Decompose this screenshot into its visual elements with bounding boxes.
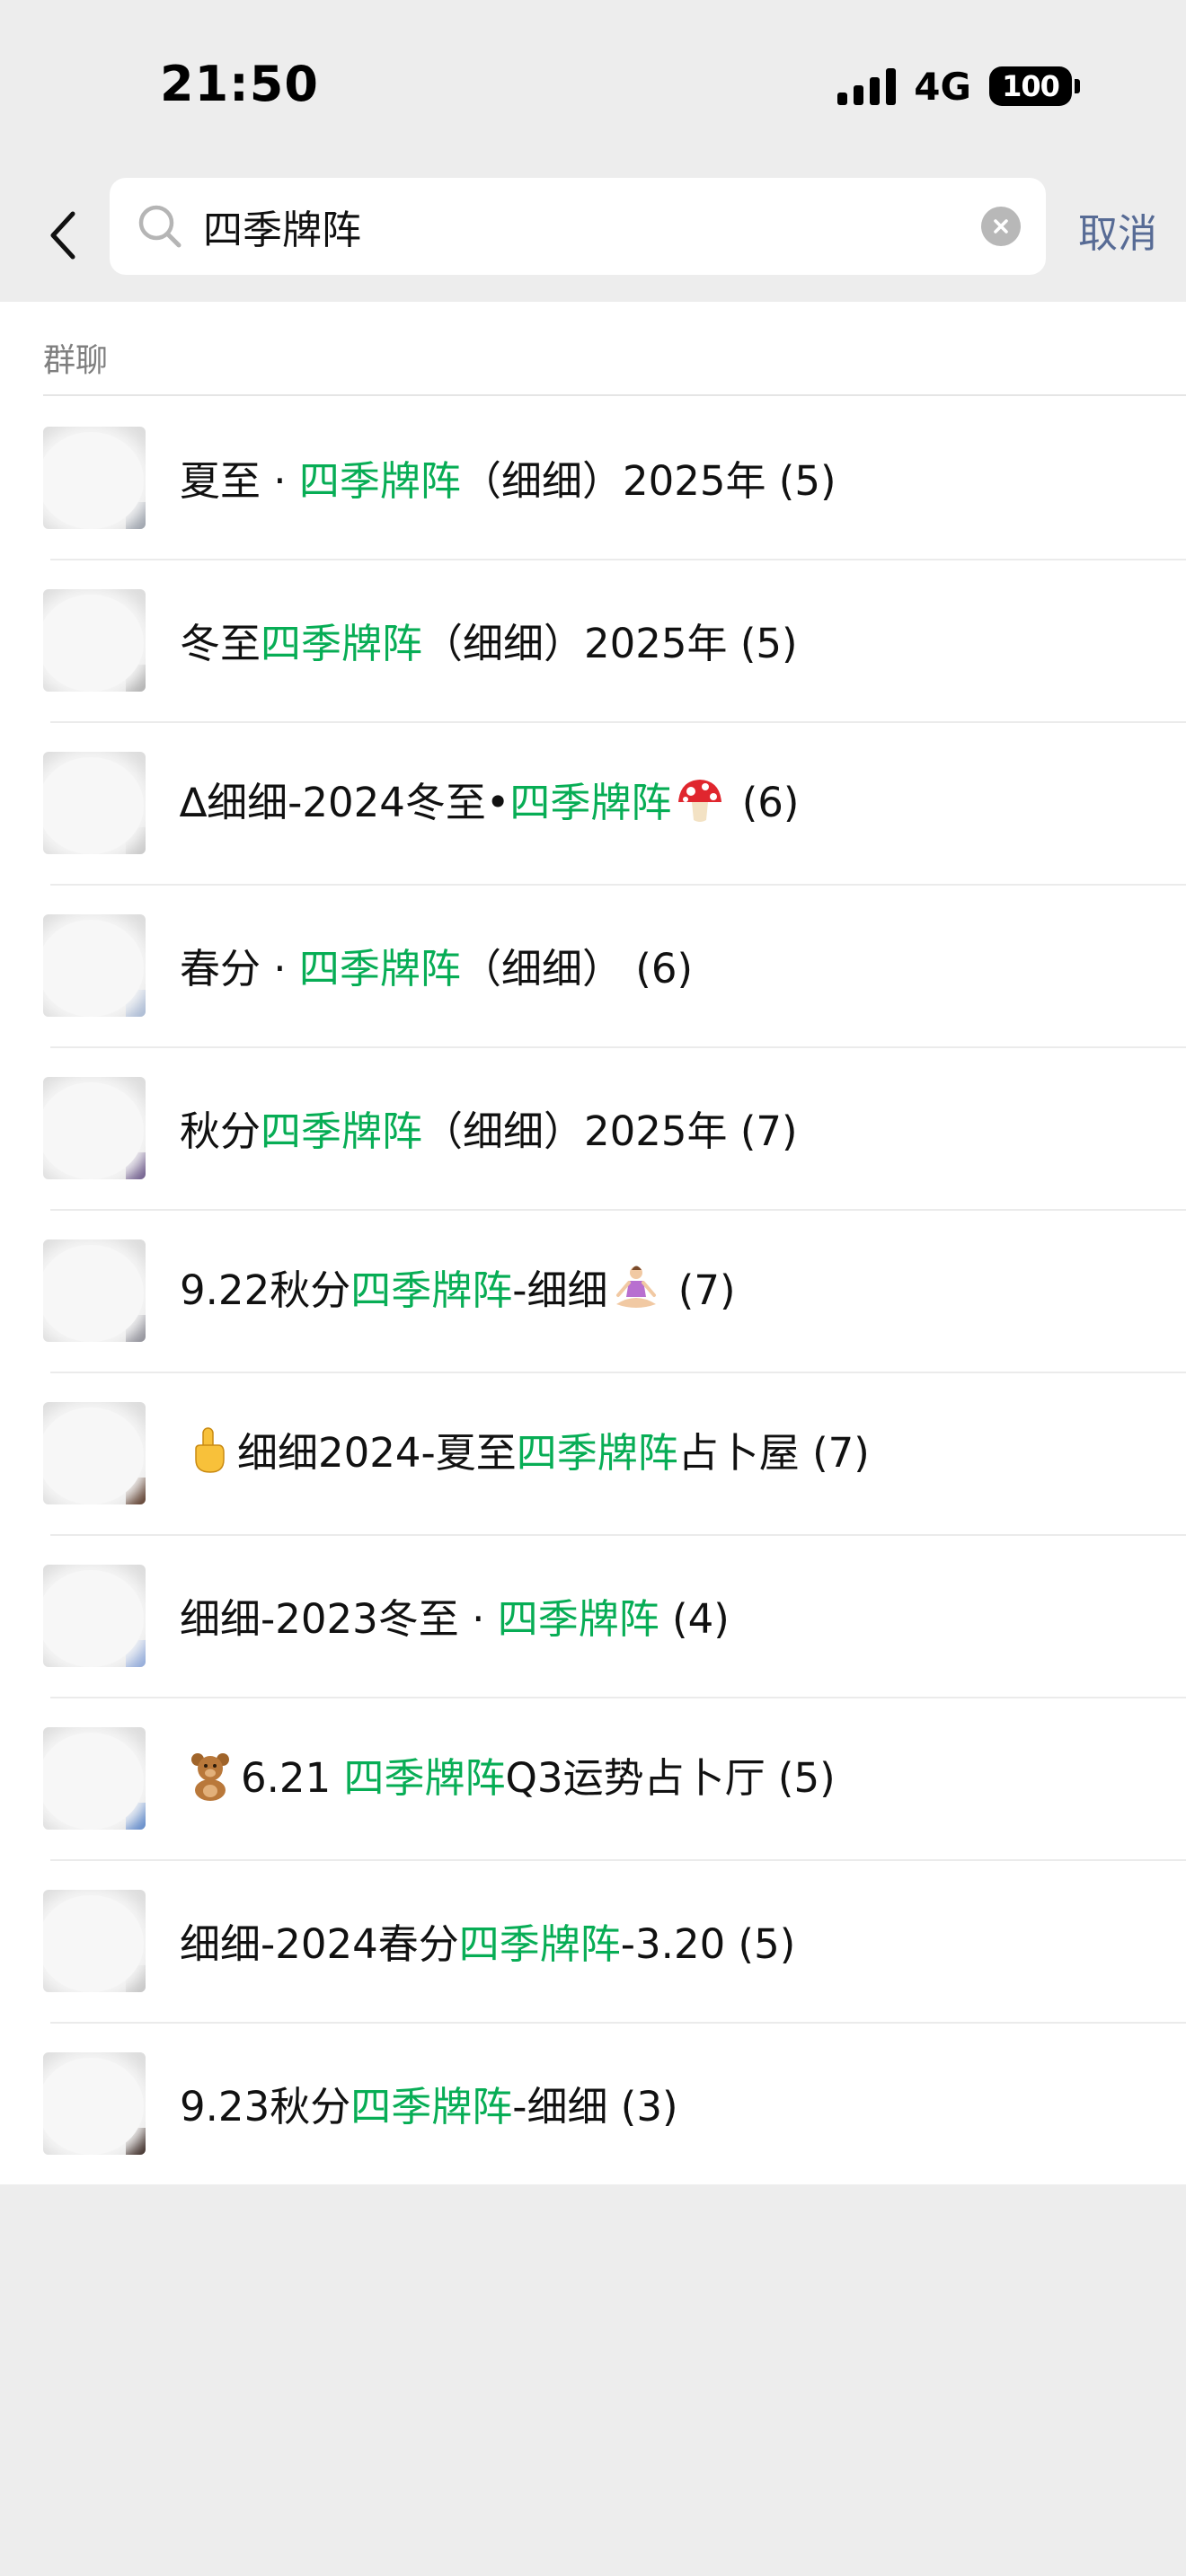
group-name: 秋分四季牌阵（细细）2025年 (7) [180, 1098, 798, 1157]
network-type-label: 4G [914, 64, 971, 109]
result-row[interactable]: 秋分四季牌阵（细细）2025年 (7) [0, 1046, 1186, 1209]
battery-icon: 100 [989, 66, 1080, 106]
group-name-suffix: （细细）2025年 [422, 1107, 728, 1155]
group-name-prefix: 夏至 · [180, 457, 299, 505]
group-name: 9.23秋分四季牌阵-细细 (3) [180, 2074, 678, 2132]
group-name-suffix: -细细 [512, 1266, 608, 1314]
cellular-signal-icon [837, 67, 897, 105]
search-icon [138, 205, 181, 248]
member-count: (5) [778, 457, 836, 505]
member-count: (4) [672, 1595, 730, 1643]
result-row[interactable]: 9.22秋分四季牌阵-细细 (7) [0, 1209, 1186, 1372]
result-row[interactable]: 细细-2023冬至 · 四季牌阵 (4) [0, 1534, 1186, 1697]
group-avatar [43, 751, 146, 854]
group-name-suffix: -3.20 [620, 1920, 726, 1968]
group-name-suffix: -细细 [512, 2083, 608, 2130]
member-count: (7) [739, 1107, 798, 1155]
group-name: 细细-2024春分四季牌阵-3.20 (5) [180, 1911, 795, 1970]
group-avatar [43, 2051, 146, 2155]
group-avatar [43, 1076, 146, 1179]
group-name: 9.22秋分四季牌阵-细细 (7) [180, 1257, 736, 1324]
search-match-highlight: 四季牌阵 [509, 778, 672, 826]
member-count: (3) [620, 2083, 678, 2130]
group-name-prefix: 冬至 [180, 620, 261, 667]
group-avatar [43, 1564, 146, 1667]
search-match-highlight: 四季牌阵 [343, 1753, 506, 1802]
cancel-button[interactable]: 取消 [1078, 201, 1157, 259]
group-name-prefix: 细细-2024春分 [180, 1920, 459, 1968]
search-match-highlight: 四季牌阵 [516, 1428, 678, 1477]
result-row[interactable]: 细细2024-夏至四季牌阵占卜屋 (7) [0, 1372, 1186, 1534]
group-avatar [43, 1889, 146, 1992]
status-time: 21:50 [160, 56, 319, 112]
status-indicators: 4G 100 [837, 63, 1080, 110]
search-results: 群聊 夏至 · 四季牌阵（细细）2025年 (5) 冬至四季牌阵（细细）2025年… [0, 302, 1186, 2184]
group-name-prefix: 细细2024-夏至 [237, 1428, 517, 1477]
group-name-prefix: 9.22秋分 [180, 1266, 351, 1314]
search-box[interactable] [110, 178, 1046, 275]
group-name: ∆细细-2024冬至•四季牌阵 (6) [180, 770, 799, 836]
group-name-prefix: 细细-2023冬至 · [180, 1595, 498, 1643]
member-count: (5) [777, 1753, 836, 1802]
group-name-suffix: 占卜屋 [677, 1428, 800, 1477]
group-name-prefix: 9.23秋分 [180, 2083, 351, 2130]
result-row[interactable]: ∆细细-2024冬至•四季牌阵 (6) [0, 721, 1186, 884]
search-match-highlight: 四季牌阵 [261, 620, 423, 667]
result-row[interactable]: 细细-2024春分四季牌阵-3.20 (5) [0, 1859, 1186, 2022]
clear-search-button[interactable] [981, 207, 1021, 246]
close-icon [994, 219, 1008, 234]
search-input[interactable] [203, 178, 967, 275]
group-avatar [43, 1401, 146, 1504]
back-button[interactable] [34, 199, 92, 271]
member-count: (6) [741, 778, 800, 826]
chevron-left-icon [50, 211, 75, 260]
status-bar: 21:50 4G 100 [0, 0, 1186, 171]
search-match-highlight: 四季牌阵 [261, 1107, 423, 1155]
group-name: 细细-2023冬至 · 四季牌阵 (4) [180, 1586, 730, 1645]
result-row[interactable]: 9.23秋分四季牌阵-细细 (3) [0, 2022, 1186, 2184]
result-row[interactable]: 6.21 四季牌阵Q3运势占卜厅 (5) [0, 1697, 1186, 1859]
group-name-prefix: 春分 · [180, 945, 299, 992]
result-row[interactable]: 夏至 · 四季牌阵（细细）2025年 (5) [0, 396, 1186, 559]
pointing-up-icon [183, 1425, 234, 1486]
group-avatar [43, 588, 146, 692]
section-title: 群聊 [43, 342, 109, 379]
meditating-woman-icon [611, 1263, 661, 1323]
member-count: (6) [635, 945, 694, 992]
group-name-prefix: ∆细细-2024冬至• [180, 778, 510, 826]
group-avatar [43, 913, 146, 1017]
group-name: 细细2024-夏至四季牌阵占卜屋 (7) [180, 1420, 870, 1486]
search-match-highlight: 四季牌阵 [458, 1920, 621, 1968]
group-avatar [43, 426, 146, 529]
group-name: 春分 · 四季牌阵（细细） (6) [180, 936, 693, 994]
result-list: 夏至 · 四季牌阵（细细）2025年 (5) 冬至四季牌阵（细细）2025年 (5… [0, 396, 1186, 2184]
group-name-suffix: （细细） [460, 945, 623, 992]
member-count: (7) [677, 1266, 736, 1314]
search-header: 取消 [0, 171, 1186, 302]
member-count: (5) [739, 620, 798, 667]
result-row[interactable]: 春分 · 四季牌阵（细细） (6) [0, 884, 1186, 1046]
group-name: 6.21 四季牌阵Q3运势占卜厅 (5) [180, 1745, 836, 1812]
group-avatar [43, 1726, 146, 1830]
battery-level: 100 [989, 66, 1072, 106]
group-name-suffix: Q3运势占卜厅 [505, 1753, 766, 1802]
search-match-highlight: 四季牌阵 [350, 2083, 513, 2130]
member-count: (5) [738, 1920, 796, 1968]
group-name-prefix: 秋分 [180, 1107, 261, 1155]
search-match-highlight: 四季牌阵 [298, 945, 461, 992]
search-match-highlight: 四季牌阵 [298, 457, 461, 505]
group-avatar [43, 1239, 146, 1342]
teddy-bear-icon [183, 1751, 237, 1811]
result-row[interactable]: 冬至四季牌阵（细细）2025年 (5) [0, 559, 1186, 721]
group-name-suffix: （细细）2025年 [422, 620, 728, 667]
search-match-highlight: 四季牌阵 [497, 1595, 659, 1643]
group-name-prefix: 6.21 [241, 1753, 344, 1802]
section-header: 群聊 [43, 302, 1186, 396]
group-name: 夏至 · 四季牌阵（细细）2025年 (5) [180, 448, 836, 507]
group-name-suffix: （细细）2025年 [460, 457, 766, 505]
group-name: 冬至四季牌阵（细细）2025年 (5) [180, 611, 798, 669]
search-match-highlight: 四季牌阵 [350, 1266, 513, 1314]
mushroom-icon [675, 775, 725, 835]
member-count: (7) [812, 1428, 870, 1477]
